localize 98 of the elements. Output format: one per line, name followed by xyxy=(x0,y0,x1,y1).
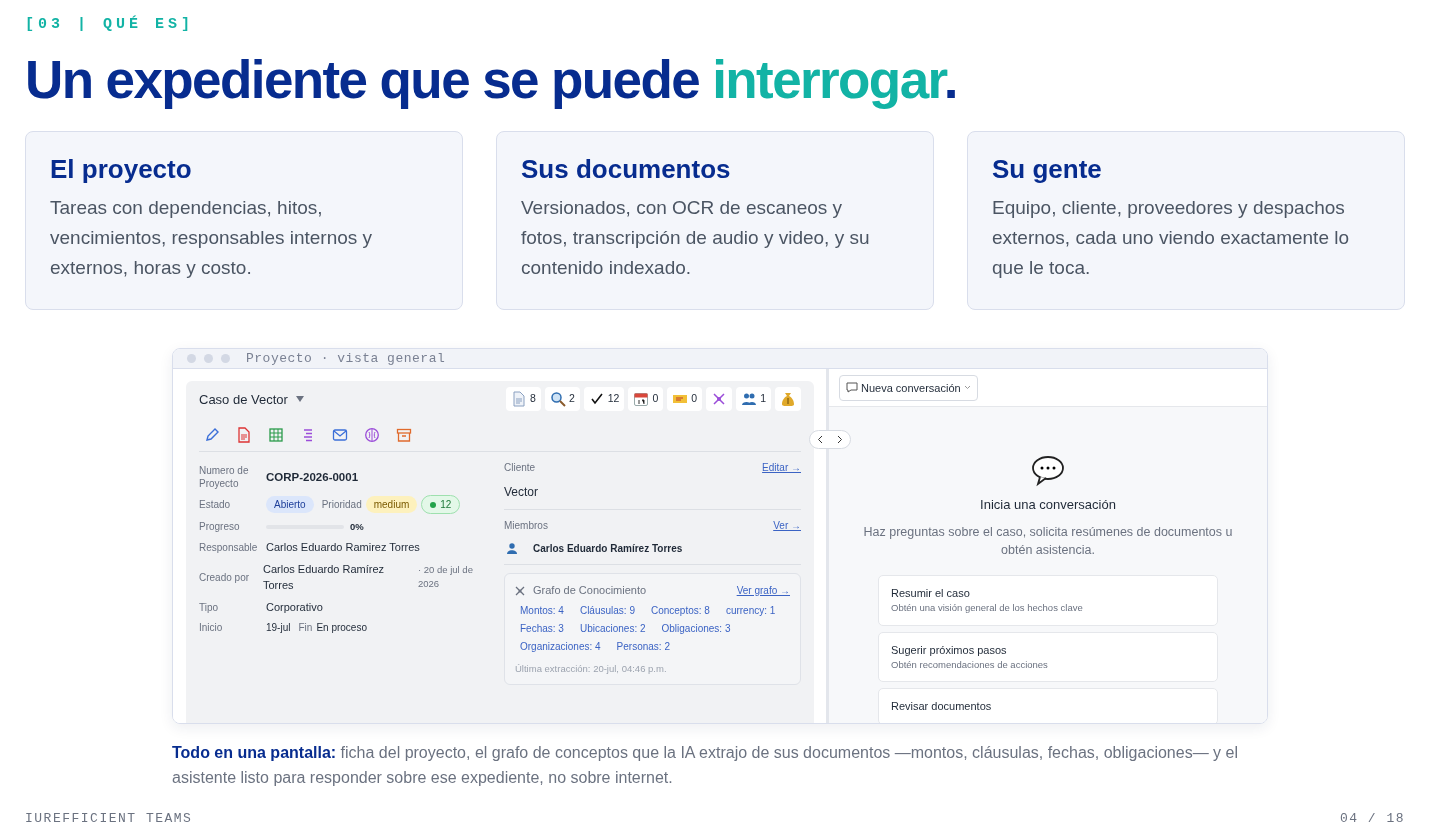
suggestion-card[interactable]: Resumir el caso Obtén una visión general de los hechos clave xyxy=(878,574,1218,626)
chat-icon xyxy=(846,382,858,394)
document-icon[interactable] xyxy=(236,427,252,444)
table-icon[interactable] xyxy=(268,427,284,444)
page-number: 04 / 18 xyxy=(1339,809,1405,828)
view-link[interactable]: Ver → xyxy=(773,518,801,534)
extraction-note: Última extracción: 20-jul, 04:46 p.m. xyxy=(515,661,668,676)
created-date: · 20 de jul de 2026 xyxy=(418,563,474,592)
footer-brand: IUREFFICIENT TEAMS xyxy=(25,809,193,828)
progress-reading: 0% xyxy=(350,519,364,534)
status-badge: Abierto xyxy=(266,496,314,514)
conversation-selector[interactable]: Nueva conversación xyxy=(839,374,978,402)
suggestion-title: Resumir el caso xyxy=(891,585,971,601)
speech-bubble-icon xyxy=(1031,455,1065,488)
edit-icon[interactable] xyxy=(204,427,220,444)
window-dot xyxy=(187,354,196,364)
empty-state-text: Haz preguntas sobre el caso, solicita resúmenes de documentos u obtén asistencia. xyxy=(862,523,1234,559)
counter-chip[interactable]: 1 xyxy=(736,387,771,412)
counter-value: 0 xyxy=(652,391,659,407)
entity-tag[interactable]: Obligaciones: 3 xyxy=(661,620,731,636)
suggestion-subtitle: Obtén recomendaciones de acciones xyxy=(891,658,1049,673)
edit-link[interactable]: Editar → xyxy=(762,460,801,476)
card-text: Versionados, con OCR de escaneos y fotos, transcripción de audio y video, y su contenido indexado. xyxy=(521,196,871,280)
counter-value: 2 xyxy=(568,391,575,407)
entity-tag[interactable]: Ubicaciones: 2 xyxy=(579,620,646,636)
search-icon xyxy=(549,391,566,408)
field-label: Cliente xyxy=(504,461,536,476)
card-text: Tareas con dependencias, hitos, vencimientos, responsables internos y externos, horas y costo. xyxy=(50,196,374,280)
slide-title: Un expediente que se puede interrogar. xyxy=(25,50,958,109)
start-date: 19-jul xyxy=(266,621,291,636)
suggestion-card[interactable]: Sugerir próximos pasos Obtén recomendaciones de acciones xyxy=(878,631,1218,683)
entity-tag[interactable]: Fechas: 3 xyxy=(520,620,564,636)
entity-tag[interactable]: Conceptos: 8 xyxy=(650,602,710,618)
entity-tag[interactable]: Organizaciones: 4 xyxy=(520,638,601,654)
panel-title: Grafo de Conocimiento xyxy=(533,583,647,599)
document-icon xyxy=(511,391,528,408)
field-label: Fin xyxy=(298,621,313,636)
caption: Todo en una pantalla: ficha del proyecto, el grafo de conceptos que la IA extrajo de sus documentos —montos, cláusulas, fechas, obligaciones— y el asistente listo para responder sobre ese expediente, no sobre internet. xyxy=(172,742,1239,788)
entity-tag[interactable]: Personas: 2 xyxy=(616,638,670,654)
counter-chip[interactable]: 8 xyxy=(506,387,541,412)
window-dot xyxy=(221,354,230,364)
calendar-icon xyxy=(633,391,650,408)
member-name: Carlos Eduardo Ramírez Torres xyxy=(533,542,683,557)
card-title: Sus documentos xyxy=(521,153,732,185)
card-title: El proyecto xyxy=(50,153,193,185)
view-graph-link[interactable]: Ver grafo → xyxy=(736,583,790,599)
field-label: Responsable xyxy=(199,541,259,556)
suggestion-card[interactable]: Revisar documentos xyxy=(878,688,1218,723)
responsible-name: Carlos Eduardo Ramirez Torres xyxy=(266,540,420,556)
window-dot xyxy=(204,354,213,364)
project-name: Caso de Vector xyxy=(199,390,288,409)
field-label: Creado por xyxy=(199,570,251,585)
field-label: Miembros xyxy=(504,519,548,534)
counter-chip[interactable] xyxy=(706,387,733,412)
client-name: Vector xyxy=(504,484,540,502)
user-icon xyxy=(507,543,517,555)
money-bag-icon xyxy=(780,391,796,408)
chevron-down-icon xyxy=(963,385,971,391)
window-title: Proyecto · vista general xyxy=(246,349,446,368)
counter-chip[interactable]: 0 xyxy=(628,387,664,412)
entity-tag[interactable]: Cláusulas: 9 xyxy=(579,602,635,618)
count-value: 12 xyxy=(440,498,452,513)
counter-value: 1 xyxy=(760,391,766,407)
end-value: En proceso xyxy=(316,621,367,636)
type-value: Corporativo xyxy=(266,599,323,615)
status-dot-icon xyxy=(430,501,437,508)
project-number: CORP-2026-0001 xyxy=(266,469,359,485)
field-label: Inicio xyxy=(199,621,224,636)
suggestion-title: Sugerir próximos pasos xyxy=(891,642,1008,658)
entity-tag[interactable]: currency: 1 xyxy=(725,602,776,618)
counter-chip[interactable]: 12 xyxy=(583,387,625,412)
entity-tag[interactable]: Montos: 4 xyxy=(520,602,564,618)
counter-chip[interactable] xyxy=(775,387,801,412)
chevron-right-icon xyxy=(837,434,843,444)
people-icon xyxy=(741,391,758,408)
field-label: Prioridad xyxy=(321,498,362,513)
field-label: Progreso xyxy=(199,520,241,535)
mail-icon[interactable] xyxy=(332,427,348,444)
card-text: Equipo, cliente, proveedores y despachos externos, cada uno viendo exactamente lo que le toca. xyxy=(992,196,1350,280)
card-title: Su gente xyxy=(992,153,1103,185)
field-label: Tipo xyxy=(199,600,220,615)
creator-name: Carlos Eduardo Ramírez Torres xyxy=(263,561,386,594)
suggestion-title: Revisar documentos xyxy=(891,699,993,715)
counter-value: 0 xyxy=(691,391,698,407)
counter-chip[interactable]: 2 xyxy=(544,387,580,412)
archive-icon[interactable] xyxy=(396,427,412,444)
counter-chip[interactable]: 0 xyxy=(667,387,703,412)
caret-icon xyxy=(295,396,304,403)
field-label: Estado xyxy=(199,498,232,513)
brain-icon[interactable] xyxy=(364,427,380,444)
chevron-left-icon xyxy=(817,434,823,444)
empty-state-heading: Inicia una conversación xyxy=(980,496,1116,515)
priority-badge: medium xyxy=(365,496,418,514)
field-label: Numero de Proyecto xyxy=(199,464,250,491)
suggestion-subtitle: Obtén una visión general de los hechos clave xyxy=(891,601,1084,616)
counter-value: 8 xyxy=(530,391,536,407)
section-label: [03 | QUÉ ES] xyxy=(25,14,196,35)
counter-value: 12 xyxy=(607,391,620,407)
